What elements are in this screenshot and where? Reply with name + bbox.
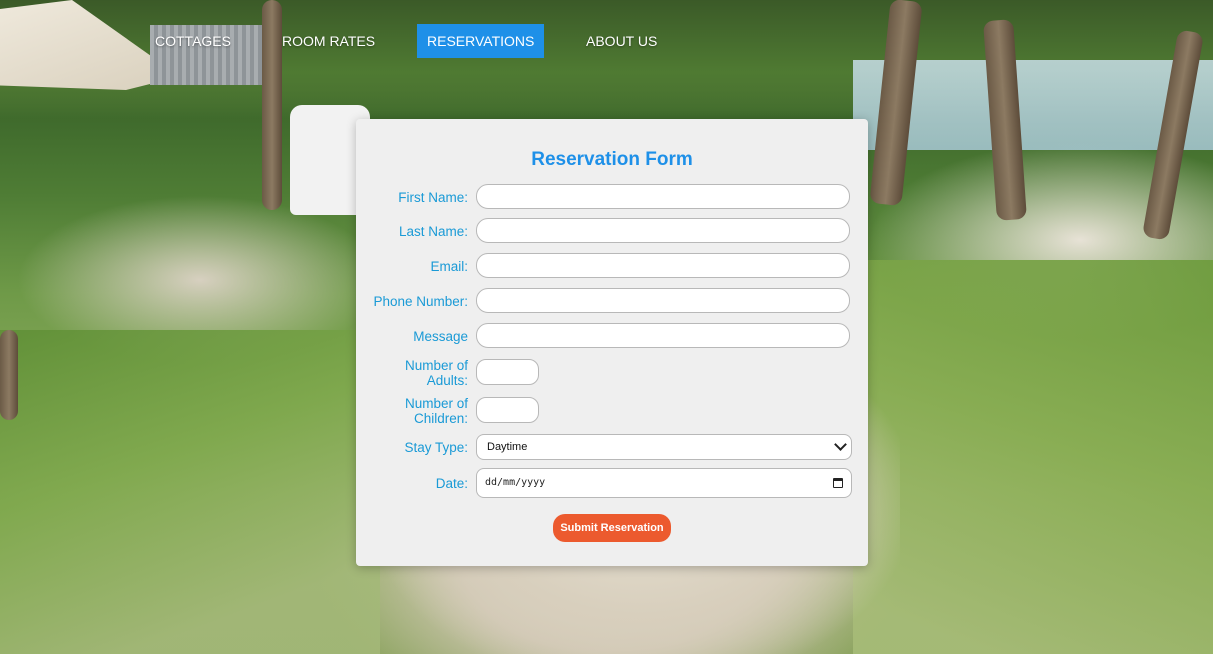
nav-room-rates[interactable]: ROOM RATES [272, 24, 385, 58]
nav-cottages[interactable]: COTTAGES [145, 24, 241, 58]
form-title: Reservation Form [531, 149, 693, 170]
email-input[interactable] [476, 253, 850, 278]
grass-right [853, 260, 1213, 654]
stay-type-value: Daytime [487, 441, 528, 453]
phone-input[interactable] [476, 288, 850, 313]
first-name-label: First Name: [398, 190, 468, 205]
stay-type-label: Stay Type: [404, 440, 468, 455]
adults-label: Number of Adults: [404, 358, 468, 388]
email-label: Email: [430, 259, 468, 274]
message-label: Message [413, 329, 468, 344]
message-input[interactable] [476, 323, 850, 348]
reservation-form: Reservation Form First Name: Last Name: … [356, 119, 868, 566]
nav-about-us[interactable]: ABOUT US [576, 24, 667, 58]
nav-reservations[interactable]: RESERVATIONS [417, 24, 545, 58]
chevron-down-icon [834, 438, 847, 451]
calendar-icon[interactable] [833, 478, 843, 488]
last-name-label: Last Name: [398, 224, 468, 239]
children-label: Number of Children: [404, 396, 468, 426]
phone-label: Phone Number: [373, 294, 468, 309]
children-input[interactable] [476, 397, 539, 423]
submit-reservation-button[interactable]: Submit Reservation [553, 514, 671, 542]
last-name-input[interactable] [476, 218, 850, 243]
first-name-input[interactable] [476, 184, 850, 209]
grass-left [0, 330, 380, 654]
stay-type-select[interactable]: Daytime [476, 434, 852, 460]
date-label: Date: [435, 476, 468, 491]
date-placeholder: dd/mm/yyyy [485, 477, 546, 488]
adults-input[interactable] [476, 359, 539, 385]
top-navigation: COTTAGES ROOM RATES RESERVATIONS ABOUT U… [0, 24, 1213, 58]
palm-trunk [0, 330, 18, 420]
date-input[interactable]: dd/mm/yyyy [476, 468, 852, 498]
